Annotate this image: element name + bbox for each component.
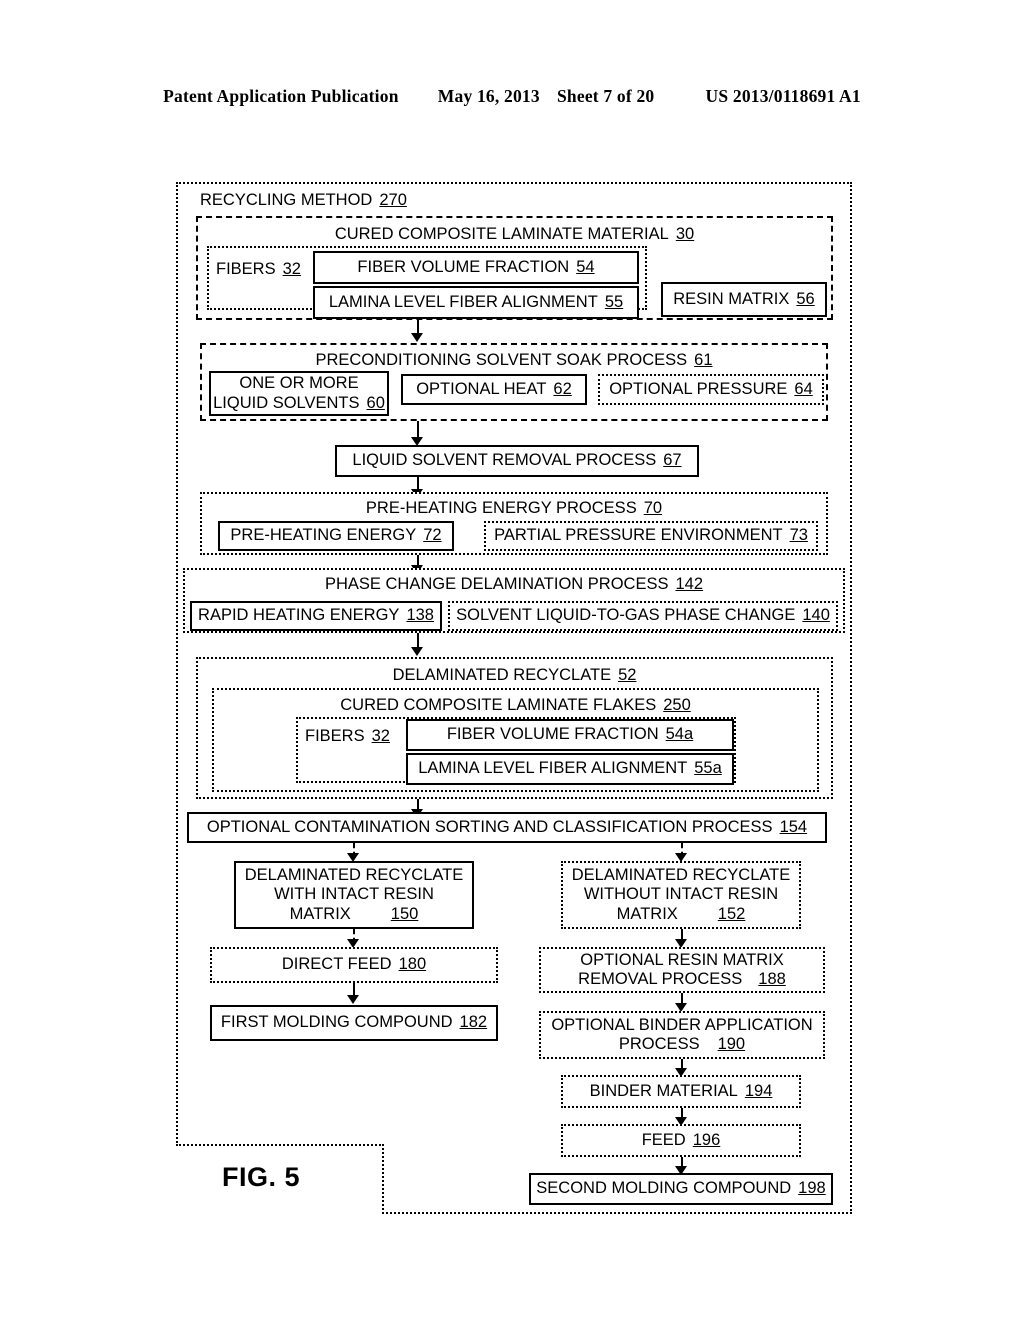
second-molding-compound-box[interactable]: SECOND MOLDING COMPOUND 198 bbox=[529, 1173, 833, 1205]
optional-binder-application-box[interactable]: OPTIONAL BINDER APPLICATION PROCESS 190 bbox=[539, 1011, 825, 1059]
binder-material-box[interactable]: BINDER MATERIAL 194 bbox=[561, 1075, 801, 1108]
preheating-process-label: PRE-HEATING ENERGY PROCESS 70 bbox=[365, 499, 663, 517]
frame-edge-notch-horizontal bbox=[176, 1144, 384, 1146]
cured-composite-label: CURED COMPOSITE LAMINATE MATERIAL 30 bbox=[334, 225, 695, 243]
resin-matrix-box[interactable]: RESIN MATRIX 56 bbox=[661, 282, 827, 317]
fiber-volume-fraction-a-box[interactable]: FIBER VOLUME FRACTION 54a bbox=[406, 719, 734, 751]
connector-arrow-5 bbox=[411, 647, 423, 656]
liquid-solvents-box[interactable]: ONE OR MORE LIQUID SOLVENTS 60 bbox=[209, 371, 389, 416]
recyclate-with-intact-resin-box[interactable]: DELAMINATED RECYCLATE WITH INTACT RESIN … bbox=[234, 861, 474, 929]
header-date: May 16, 2013 bbox=[437, 86, 540, 106]
frame-edge-notch-vertical bbox=[382, 1144, 384, 1214]
page-header: Patent Application Publication May 16, 2… bbox=[0, 86, 1024, 107]
frame-edge-top bbox=[176, 182, 852, 184]
phase-change-process-label: PHASE CHANGE DELAMINATION PROCESS 142 bbox=[324, 575, 704, 593]
partial-pressure-environment-box[interactable]: PARTIAL PRESSURE ENVIRONMENT 73 bbox=[484, 521, 818, 551]
solvent-liquid-to-gas-box[interactable]: SOLVENT LIQUID-TO-GAS PHASE CHANGE 140 bbox=[448, 601, 838, 631]
connector-arrow-1 bbox=[411, 333, 423, 342]
contamination-sorting-process-box[interactable]: OPTIONAL CONTAMINATION SORTING AND CLASS… bbox=[187, 812, 827, 843]
frame-edge-bottom-right bbox=[382, 1212, 852, 1214]
optional-resin-matrix-removal-box[interactable]: OPTIONAL RESIN MATRIX REMOVAL PROCESS 188 bbox=[539, 947, 825, 993]
diagram-title: RECYCLING METHOD 270 bbox=[200, 191, 407, 209]
header-sheet: Sheet 7 of 20 bbox=[556, 86, 655, 106]
header-publication: Patent Application Publication bbox=[163, 86, 399, 106]
rapid-heating-energy-box[interactable]: RAPID HEATING ENERGY 138 bbox=[190, 601, 442, 631]
first-molding-compound-box[interactable]: FIRST MOLDING COMPOUND 182 bbox=[210, 1005, 498, 1041]
frame-edge-right bbox=[850, 182, 852, 1214]
optional-pressure-box[interactable]: OPTIONAL PRESSURE 64 bbox=[598, 374, 824, 405]
feed-box[interactable]: FEED 196 bbox=[561, 1124, 801, 1157]
fibers-label: FIBERS 32 bbox=[216, 260, 301, 278]
recyclate-without-intact-resin-box[interactable]: DELAMINATED RECYCLATE WITHOUT INTACT RES… bbox=[561, 861, 801, 929]
fibers-label-b: FIBERS 32 bbox=[305, 727, 390, 745]
preheating-energy-box[interactable]: PRE-HEATING ENERGY 72 bbox=[218, 521, 454, 551]
optional-heat-box[interactable]: OPTIONAL HEAT 62 bbox=[401, 374, 587, 405]
header-doc-number: US 2013/0118691 A1 bbox=[705, 86, 861, 106]
liquid-solvent-removal-box[interactable]: LIQUID SOLVENT REMOVAL PROCESS 67 bbox=[335, 445, 699, 477]
connector-arrow-8 bbox=[347, 995, 359, 1004]
frame-edge-left bbox=[176, 182, 178, 1146]
fiber-volume-fraction-box[interactable]: FIBER VOLUME FRACTION 54 bbox=[313, 251, 639, 284]
lamina-level-fiber-alignment-box[interactable]: LAMINA LEVEL FIBER ALIGNMENT 55 bbox=[313, 286, 639, 319]
preconditioning-label: PRECONDITIONING SOLVENT SOAK PROCESS 61 bbox=[315, 351, 713, 369]
delaminated-recyclate-label: DELAMINATED RECYCLATE 52 bbox=[392, 666, 637, 684]
laminate-flakes-label: CURED COMPOSITE LAMINATE FLAKES 250 bbox=[340, 696, 691, 714]
figure-label: FIG. 5 bbox=[222, 1162, 301, 1192]
direct-feed-box[interactable]: DIRECT FEED 180 bbox=[210, 947, 498, 983]
lamina-level-fiber-alignment-a-box[interactable]: LAMINA LEVEL FIBER ALIGNMENT 55a bbox=[406, 753, 734, 785]
